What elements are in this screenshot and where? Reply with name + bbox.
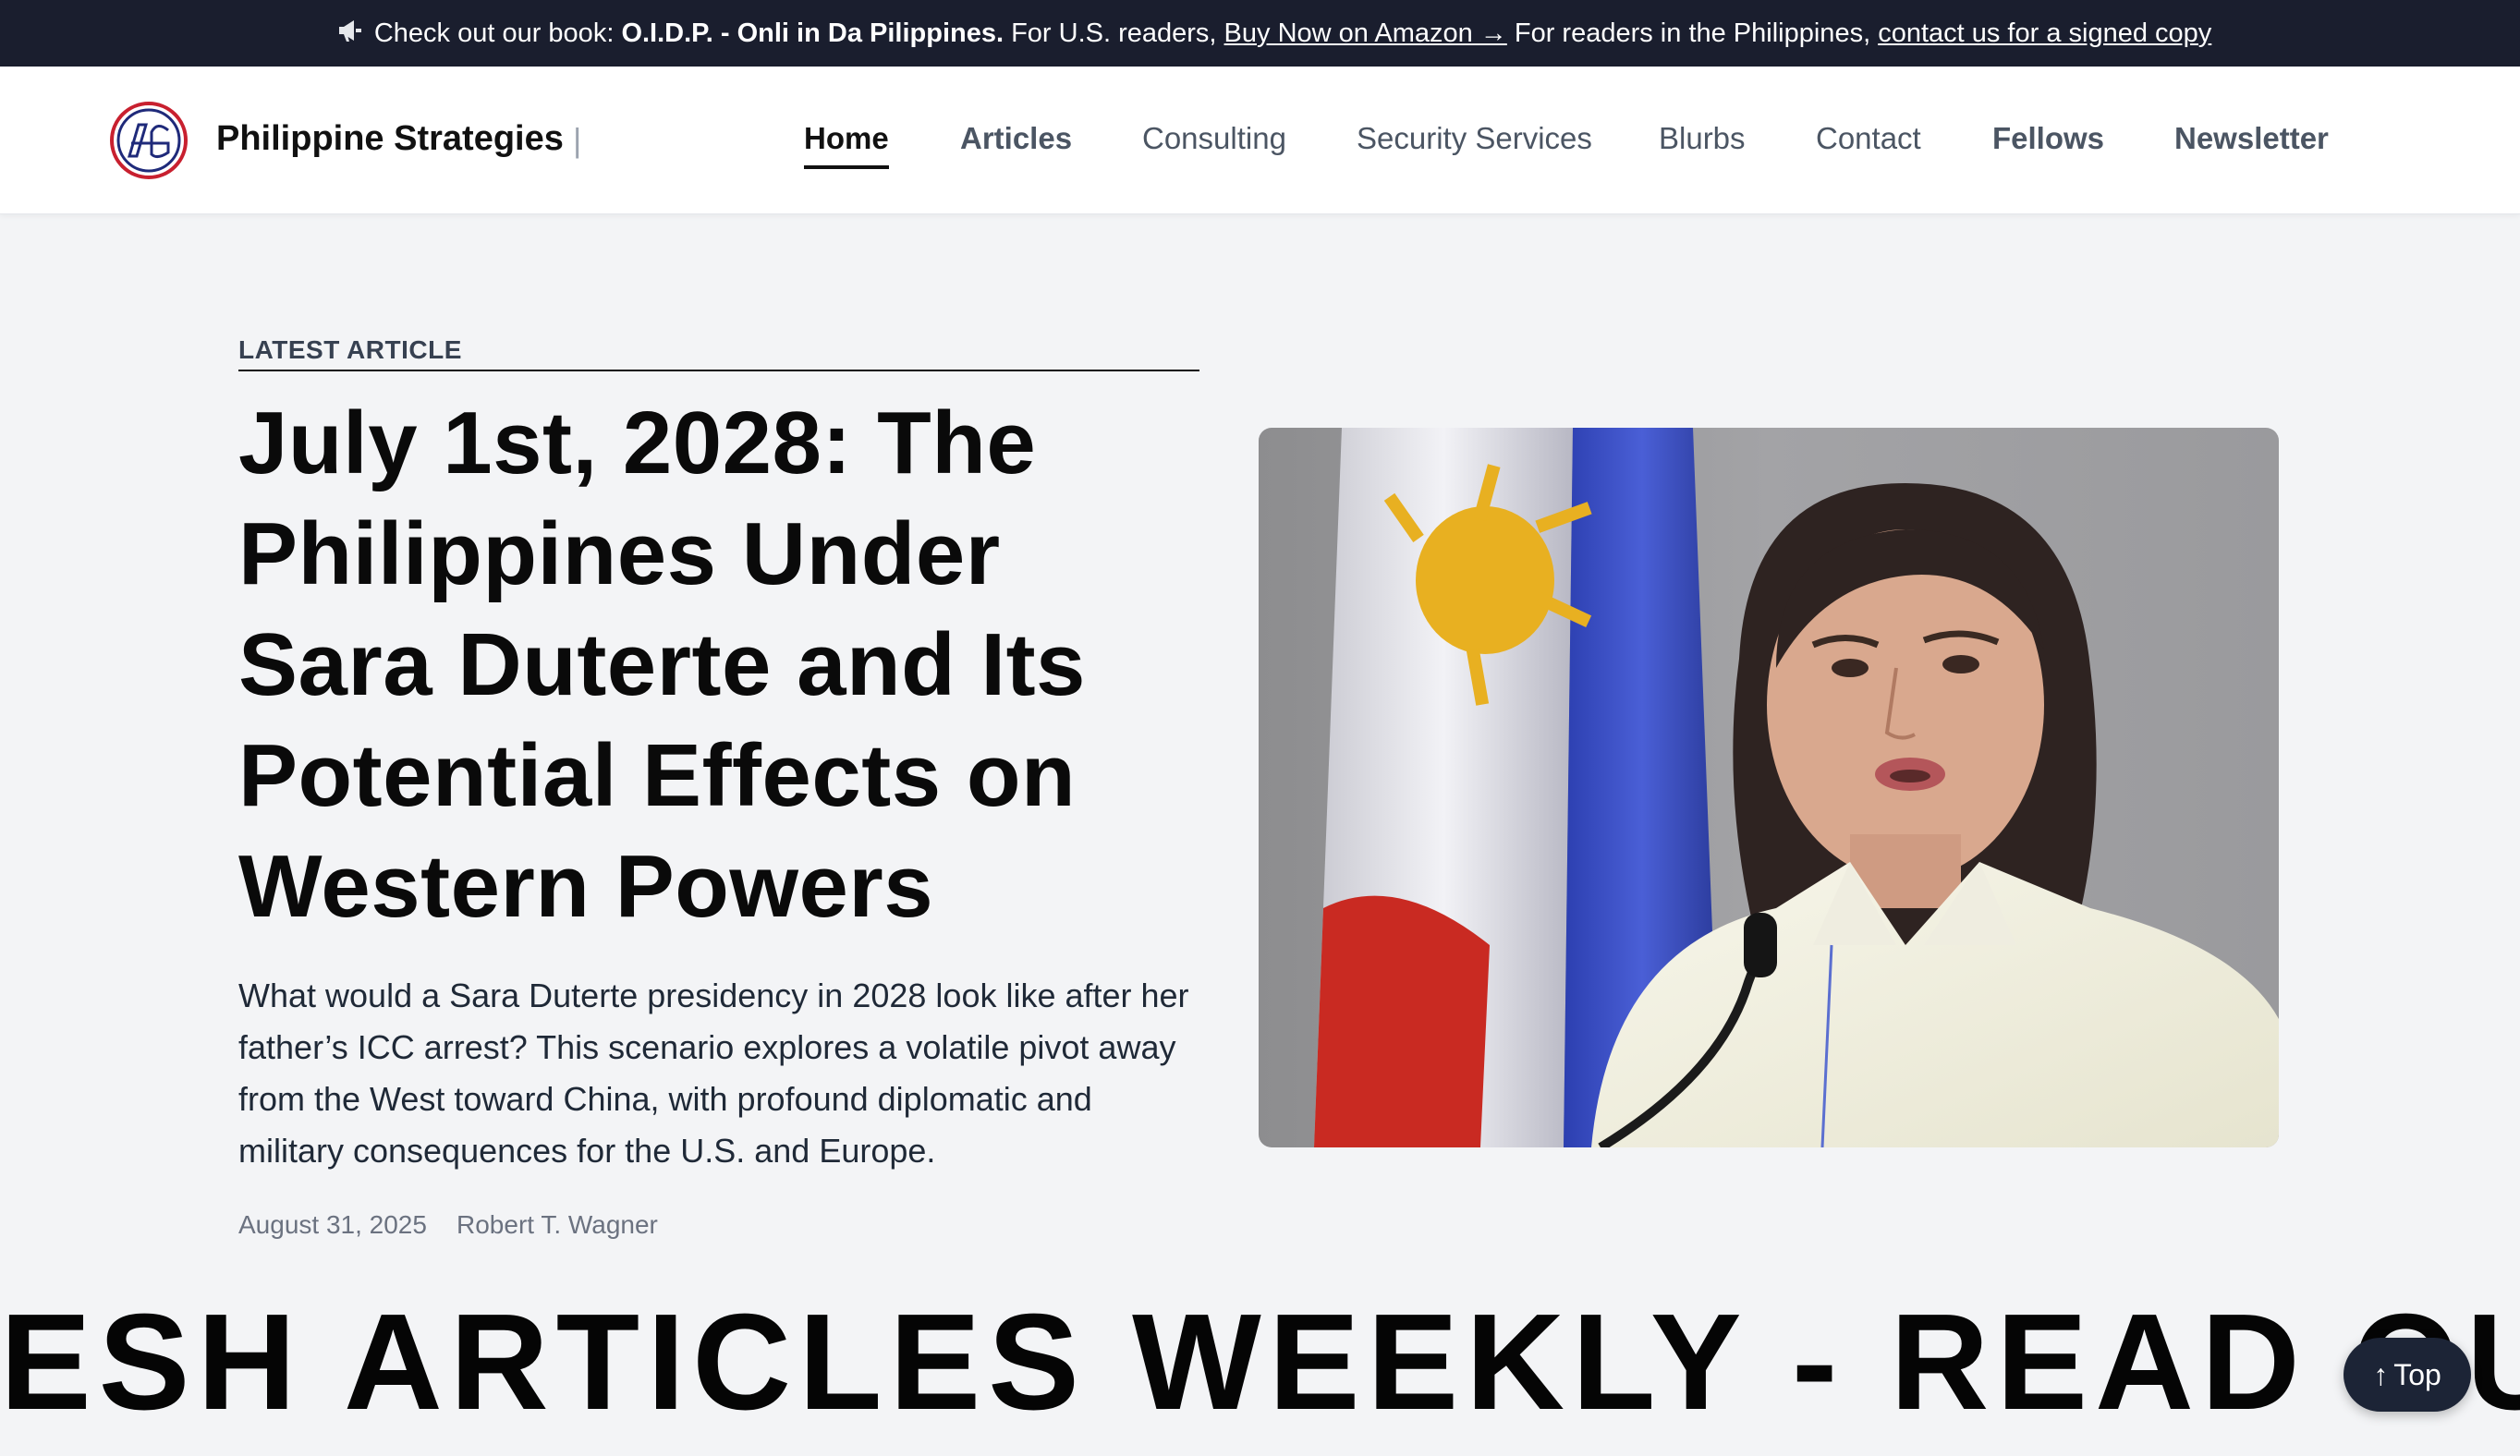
- announcement-us-text: For U.S. readers,: [1004, 18, 1224, 48]
- article-date: August 31, 2025: [238, 1210, 427, 1239]
- buy-amazon-link[interactable]: Buy Now on Amazon →: [1224, 18, 1507, 49]
- nav-articles[interactable]: Articles: [960, 121, 1072, 156]
- arrow-up-icon: ↑: [2373, 1357, 2389, 1391]
- article-author[interactable]: Robert T. Wagner: [457, 1210, 658, 1240]
- nav-newsletter[interactable]: Newsletter: [2174, 121, 2329, 156]
- article-excerpt: What would a Sara Duterte presidency in …: [238, 977, 1189, 1170]
- site-logo[interactable]: [109, 101, 189, 180]
- article-title[interactable]: July 1st, 2028: The Philippines Under Sa…: [238, 388, 1199, 942]
- back-to-top-button[interactable]: ↑ Top: [2343, 1338, 2471, 1412]
- brand-separator: |: [573, 121, 582, 159]
- section-eyebrow: LATEST ARTICLE: [238, 335, 462, 364]
- nav-security-services[interactable]: Security Services: [1357, 121, 1592, 156]
- news-ticker: ESH ARTICLES WEEKLY - READ OUR: [0, 1289, 2520, 1437]
- back-to-top-label: Top: [2393, 1357, 2441, 1391]
- nav-consulting[interactable]: Consulting: [1142, 121, 1286, 156]
- nav-fellows[interactable]: Fellows: [1992, 121, 2104, 156]
- signed-copy-link[interactable]: contact us for a signed copy: [1878, 18, 2211, 49]
- book-title: O.I.D.P. - Onli in Da Pilippines.: [621, 18, 1004, 48]
- nav-home[interactable]: Home: [804, 121, 889, 169]
- nav-contact[interactable]: Contact: [1816, 121, 1921, 156]
- brand-name[interactable]: Philippine Strategies: [216, 119, 564, 159]
- site-header: Philippine Strategies | Home Articles Co…: [0, 67, 2520, 214]
- announcement-bar: Check out our book: O.I.D.P. - Onli in D…: [0, 0, 2520, 67]
- eyebrow-divider: [238, 370, 1199, 371]
- announcement-ph-text: For readers in the Philippines,: [1506, 18, 1879, 48]
- ticker-text: ESH ARTICLES WEEKLY - READ OUR: [0, 1289, 2520, 1437]
- nav-blurbs[interactable]: Blurbs: [1659, 121, 1746, 156]
- article-hero-image[interactable]: [1259, 428, 2279, 1147]
- announcement-prefix: Check out our book:: [373, 18, 622, 48]
